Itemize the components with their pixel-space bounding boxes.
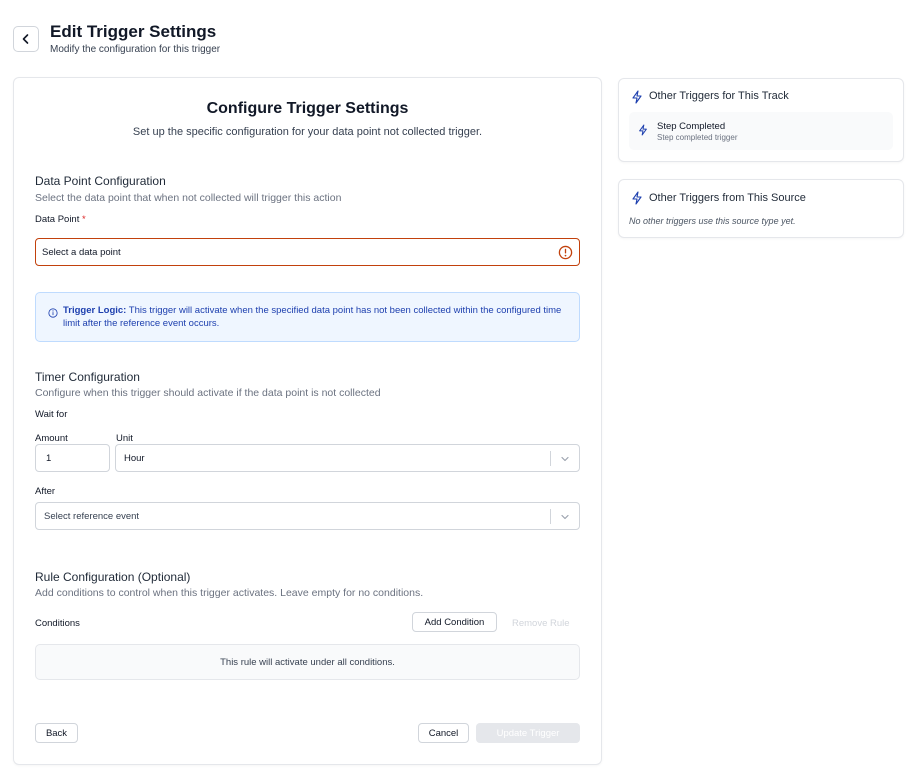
select-divider <box>550 509 551 524</box>
update-trigger-button[interactable]: Update Trigger <box>476 723 580 743</box>
data-point-section-title: Data Point Configuration <box>35 174 166 188</box>
remove-rule-button[interactable]: Remove Rule <box>512 618 570 629</box>
data-point-select[interactable]: Select a data point <box>35 238 580 266</box>
data-point-label-text: Data Point <box>35 214 80 225</box>
card-title: Configure Trigger Settings <box>206 100 409 117</box>
trigger-logic-text: This trigger will activate when the spec… <box>63 305 562 329</box>
reference-event-select[interactable]: Select reference event <box>35 502 580 530</box>
rule-section-title: Rule Configuration (Optional) <box>35 570 191 584</box>
timer-section-description: Configure when this trigger should activ… <box>35 387 381 399</box>
amount-input[interactable]: 1 <box>35 444 110 472</box>
add-condition-button[interactable]: Add Condition <box>412 612 497 632</box>
trigger-logic-label: Trigger Logic: <box>63 305 127 316</box>
unit-select[interactable]: Hour <box>115 444 580 472</box>
conditions-empty-text: This rule will activate under all condit… <box>220 656 395 668</box>
unit-label: Unit <box>116 433 133 444</box>
info-icon <box>48 308 58 318</box>
amount-label: Amount <box>35 433 68 444</box>
lightning-bolt-icon <box>632 191 642 205</box>
lightning-bolt-icon <box>639 124 647 136</box>
trigger-description: Step completed trigger <box>657 133 738 142</box>
trigger-name: Step Completed <box>657 121 726 132</box>
reference-event-placeholder: Select reference event <box>44 510 140 522</box>
card-subtitle: Set up the specific configuration for yo… <box>132 126 483 138</box>
chevron-left-icon <box>22 34 29 44</box>
conditions-empty-state: This rule will activate under all condit… <box>35 644 580 680</box>
page-subtitle: Modify the configuration for this trigge… <box>50 44 221 55</box>
unit-value: Hour <box>124 452 145 464</box>
required-mark: * <box>82 214 86 225</box>
source-triggers-title: Other Triggers from This Source <box>649 192 806 204</box>
data-point-section-description: Select the data point that when not coll… <box>35 192 342 204</box>
alert-circle-icon <box>558 245 573 260</box>
data-point-placeholder: Select a data point <box>42 246 121 258</box>
trigger-logic-info: Trigger Logic: This trigger will activat… <box>35 292 580 342</box>
cancel-button[interactable]: Cancel <box>418 723 469 743</box>
rule-section-description: Add conditions to control when this trig… <box>35 587 424 599</box>
chevron-down-icon <box>561 514 569 520</box>
chevron-down-icon <box>561 456 569 462</box>
amount-value: 1 <box>46 452 52 464</box>
track-triggers-card: Other Triggers for This Track Step Compl… <box>618 78 904 162</box>
source-triggers-empty: No other triggers use this source type y… <box>629 216 796 226</box>
data-point-label: Data Point * <box>35 214 86 225</box>
trigger-settings-card: Configure Trigger Settings Set up the sp… <box>13 77 602 765</box>
back-step-button[interactable]: Back <box>35 723 78 743</box>
source-triggers-card: Other Triggers from This Source No other… <box>618 179 904 238</box>
timer-section-title: Timer Configuration <box>35 370 140 384</box>
conditions-label: Conditions <box>35 618 80 629</box>
after-label: After <box>35 486 56 497</box>
wait-for-label: Wait for <box>35 409 68 420</box>
back-button[interactable] <box>13 26 39 52</box>
page-title: Edit Trigger Settings <box>50 22 217 41</box>
track-triggers-title: Other Triggers for This Track <box>649 90 789 102</box>
select-divider <box>550 451 551 466</box>
list-item[interactable]: Step Completed Step completed trigger <box>629 112 893 150</box>
lightning-bolt-icon <box>632 90 642 104</box>
